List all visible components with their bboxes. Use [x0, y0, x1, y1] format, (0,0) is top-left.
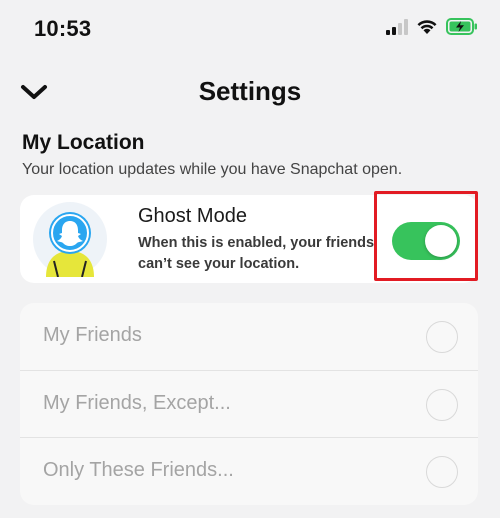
status-time: 10:53: [34, 16, 92, 41]
status-bar: 10:53: [0, 0, 500, 60]
battery-charging-icon: [446, 18, 477, 35]
option-my-friends[interactable]: My Friends: [20, 303, 478, 370]
radio-button[interactable]: [426, 321, 458, 353]
option-label: My Friends: [43, 324, 142, 346]
option-only-these-friends[interactable]: Only These Friends...: [20, 437, 478, 504]
ghost-mode-description: When this is enabled, your friends can’t…: [138, 235, 375, 272]
header: Settings: [0, 70, 500, 114]
cellular-signal-icon: [386, 18, 408, 35]
status-icons: [386, 18, 478, 35]
option-my-friends-except[interactable]: My Friends, Except...: [20, 370, 478, 437]
wifi-icon: [417, 19, 437, 34]
section-subtitle: Your location updates while you have Sna…: [22, 161, 403, 178]
ghost-mode-toggle[interactable]: [392, 222, 460, 260]
option-label: Only These Friends...: [43, 459, 234, 481]
radio-button[interactable]: [426, 456, 458, 488]
ghost-mode-title: Ghost Mode: [138, 205, 247, 227]
bitmoji-avatar: [33, 202, 107, 277]
option-label: My Friends, Except...: [43, 392, 231, 414]
page-title: Settings: [198, 76, 302, 106]
location-sharing-options: My Friends My Friends, Except... Only Th…: [20, 303, 478, 505]
toggle-knob: [425, 225, 457, 257]
section-title: My Location: [22, 131, 145, 154]
radio-button[interactable]: [426, 389, 458, 421]
